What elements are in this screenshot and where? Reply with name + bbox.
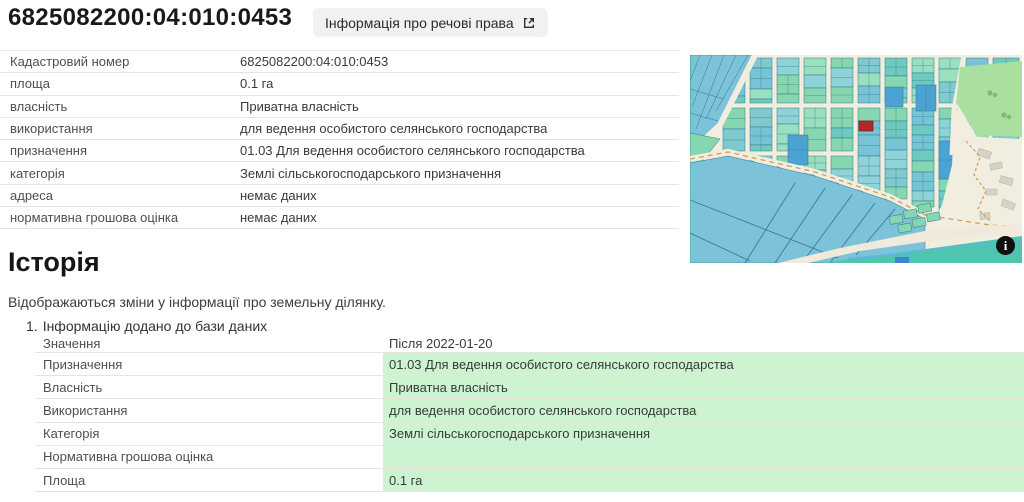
history-header-value: Після 2022-01-20 (383, 334, 1024, 352)
row-label: призначення (0, 143, 240, 158)
map-info-button[interactable]: i (996, 236, 1015, 255)
history-row-value: для ведення особистого селянського госпо… (383, 399, 1024, 421)
history-item-title: 1. Інформацію додано до бази даних (26, 318, 267, 334)
history-row-value: Землі сільськогосподарського призначення (383, 423, 1024, 445)
history-row-label: Площа (35, 469, 383, 491)
history-item-index: 1. (26, 318, 38, 334)
row-label: нормативна грошова оцінка (0, 210, 240, 225)
row-value: 0.1 га (240, 76, 679, 91)
row-value: немає даних (240, 210, 679, 225)
history-header-row: Значення Після 2022-01-20 (35, 334, 1024, 353)
row-value: 6825082200:04:010:0453 (240, 54, 679, 69)
history-rows: Призначення 01.03 Для ведення особистого… (35, 353, 1024, 492)
property-rights-button[interactable]: Інформація про речові права (313, 8, 548, 37)
history-row: Призначення 01.03 Для ведення особистого… (35, 353, 1024, 376)
history-row-value (383, 446, 1024, 468)
history-table: Значення Після 2022-01-20 Призначення 01… (35, 334, 1024, 502)
cadastral-map-canvas (690, 55, 1022, 263)
map-label (895, 257, 909, 263)
history-next-row-divider (35, 492, 1024, 502)
history-row: Нормативна грошова оцінка (35, 446, 1024, 469)
cadastre-parcel-page: 6825082200:04:010:0453 Інформація про ре… (0, 0, 1024, 502)
history-description: Відображаються зміни у інформації про зе… (8, 294, 386, 310)
parcel-details-table: Кадастровий номер 6825082200:04:010:0453… (0, 50, 679, 229)
row-value: Приватна власність (240, 99, 679, 114)
history-row: Власність Приватна власність (35, 376, 1024, 399)
selected-parcel[interactable] (859, 121, 873, 131)
history-row: Площа 0.1 га (35, 469, 1024, 492)
row-label: використання (0, 121, 240, 136)
table-row: категорія Землі сільськогосподарського п… (0, 162, 679, 184)
row-label: власність (0, 99, 240, 114)
history-row-value: 01.03 Для ведення особистого селянського… (383, 353, 1024, 375)
history-row-value: Приватна власність (383, 376, 1024, 398)
row-value: для ведення особистого селянського госпо… (240, 121, 679, 136)
table-row: використання для ведення особистого селя… (0, 118, 679, 140)
property-rights-button-label: Інформація про речові права (325, 15, 514, 31)
row-label: адреса (0, 188, 240, 203)
history-header-label: Значення (35, 334, 383, 352)
row-value: немає даних (240, 188, 679, 203)
history-row-value: 0.1 га (383, 469, 1024, 491)
table-row: нормативна грошова оцінка немає даних (0, 207, 679, 229)
history-heading: Історія (8, 247, 100, 278)
table-row: власність Приватна власність (0, 96, 679, 118)
row-label: Кадастровий номер (0, 54, 240, 69)
history-row: Категорія Землі сільськогосподарського п… (35, 423, 1024, 446)
row-value: 01.03 Для ведення особистого селянського… (240, 143, 679, 158)
cadastral-map[interactable]: i (690, 55, 1022, 263)
table-row: призначення 01.03 Для ведення особистого… (0, 140, 679, 162)
history-row-label: Використання (35, 399, 383, 421)
table-row: адреса немає даних (0, 185, 679, 207)
history-row-label: Власність (35, 376, 383, 398)
row-value: Землі сільськогосподарського призначення (240, 166, 679, 181)
history-row-label: Нормативна грошова оцінка (35, 446, 383, 468)
history-row-label: Категорія (35, 423, 383, 445)
history-row-label: Призначення (35, 353, 383, 375)
row-label: категорія (0, 166, 240, 181)
row-label: площа (0, 76, 240, 91)
table-row: площа 0.1 га (0, 73, 679, 95)
page-title: 6825082200:04:010:0453 (8, 4, 292, 32)
history-item-name: Інформацію додано до бази даних (43, 318, 267, 334)
external-link-icon (522, 16, 536, 30)
history-row: Використання для ведення особистого селя… (35, 399, 1024, 422)
table-row: Кадастровий номер 6825082200:04:010:0453 (0, 51, 679, 73)
